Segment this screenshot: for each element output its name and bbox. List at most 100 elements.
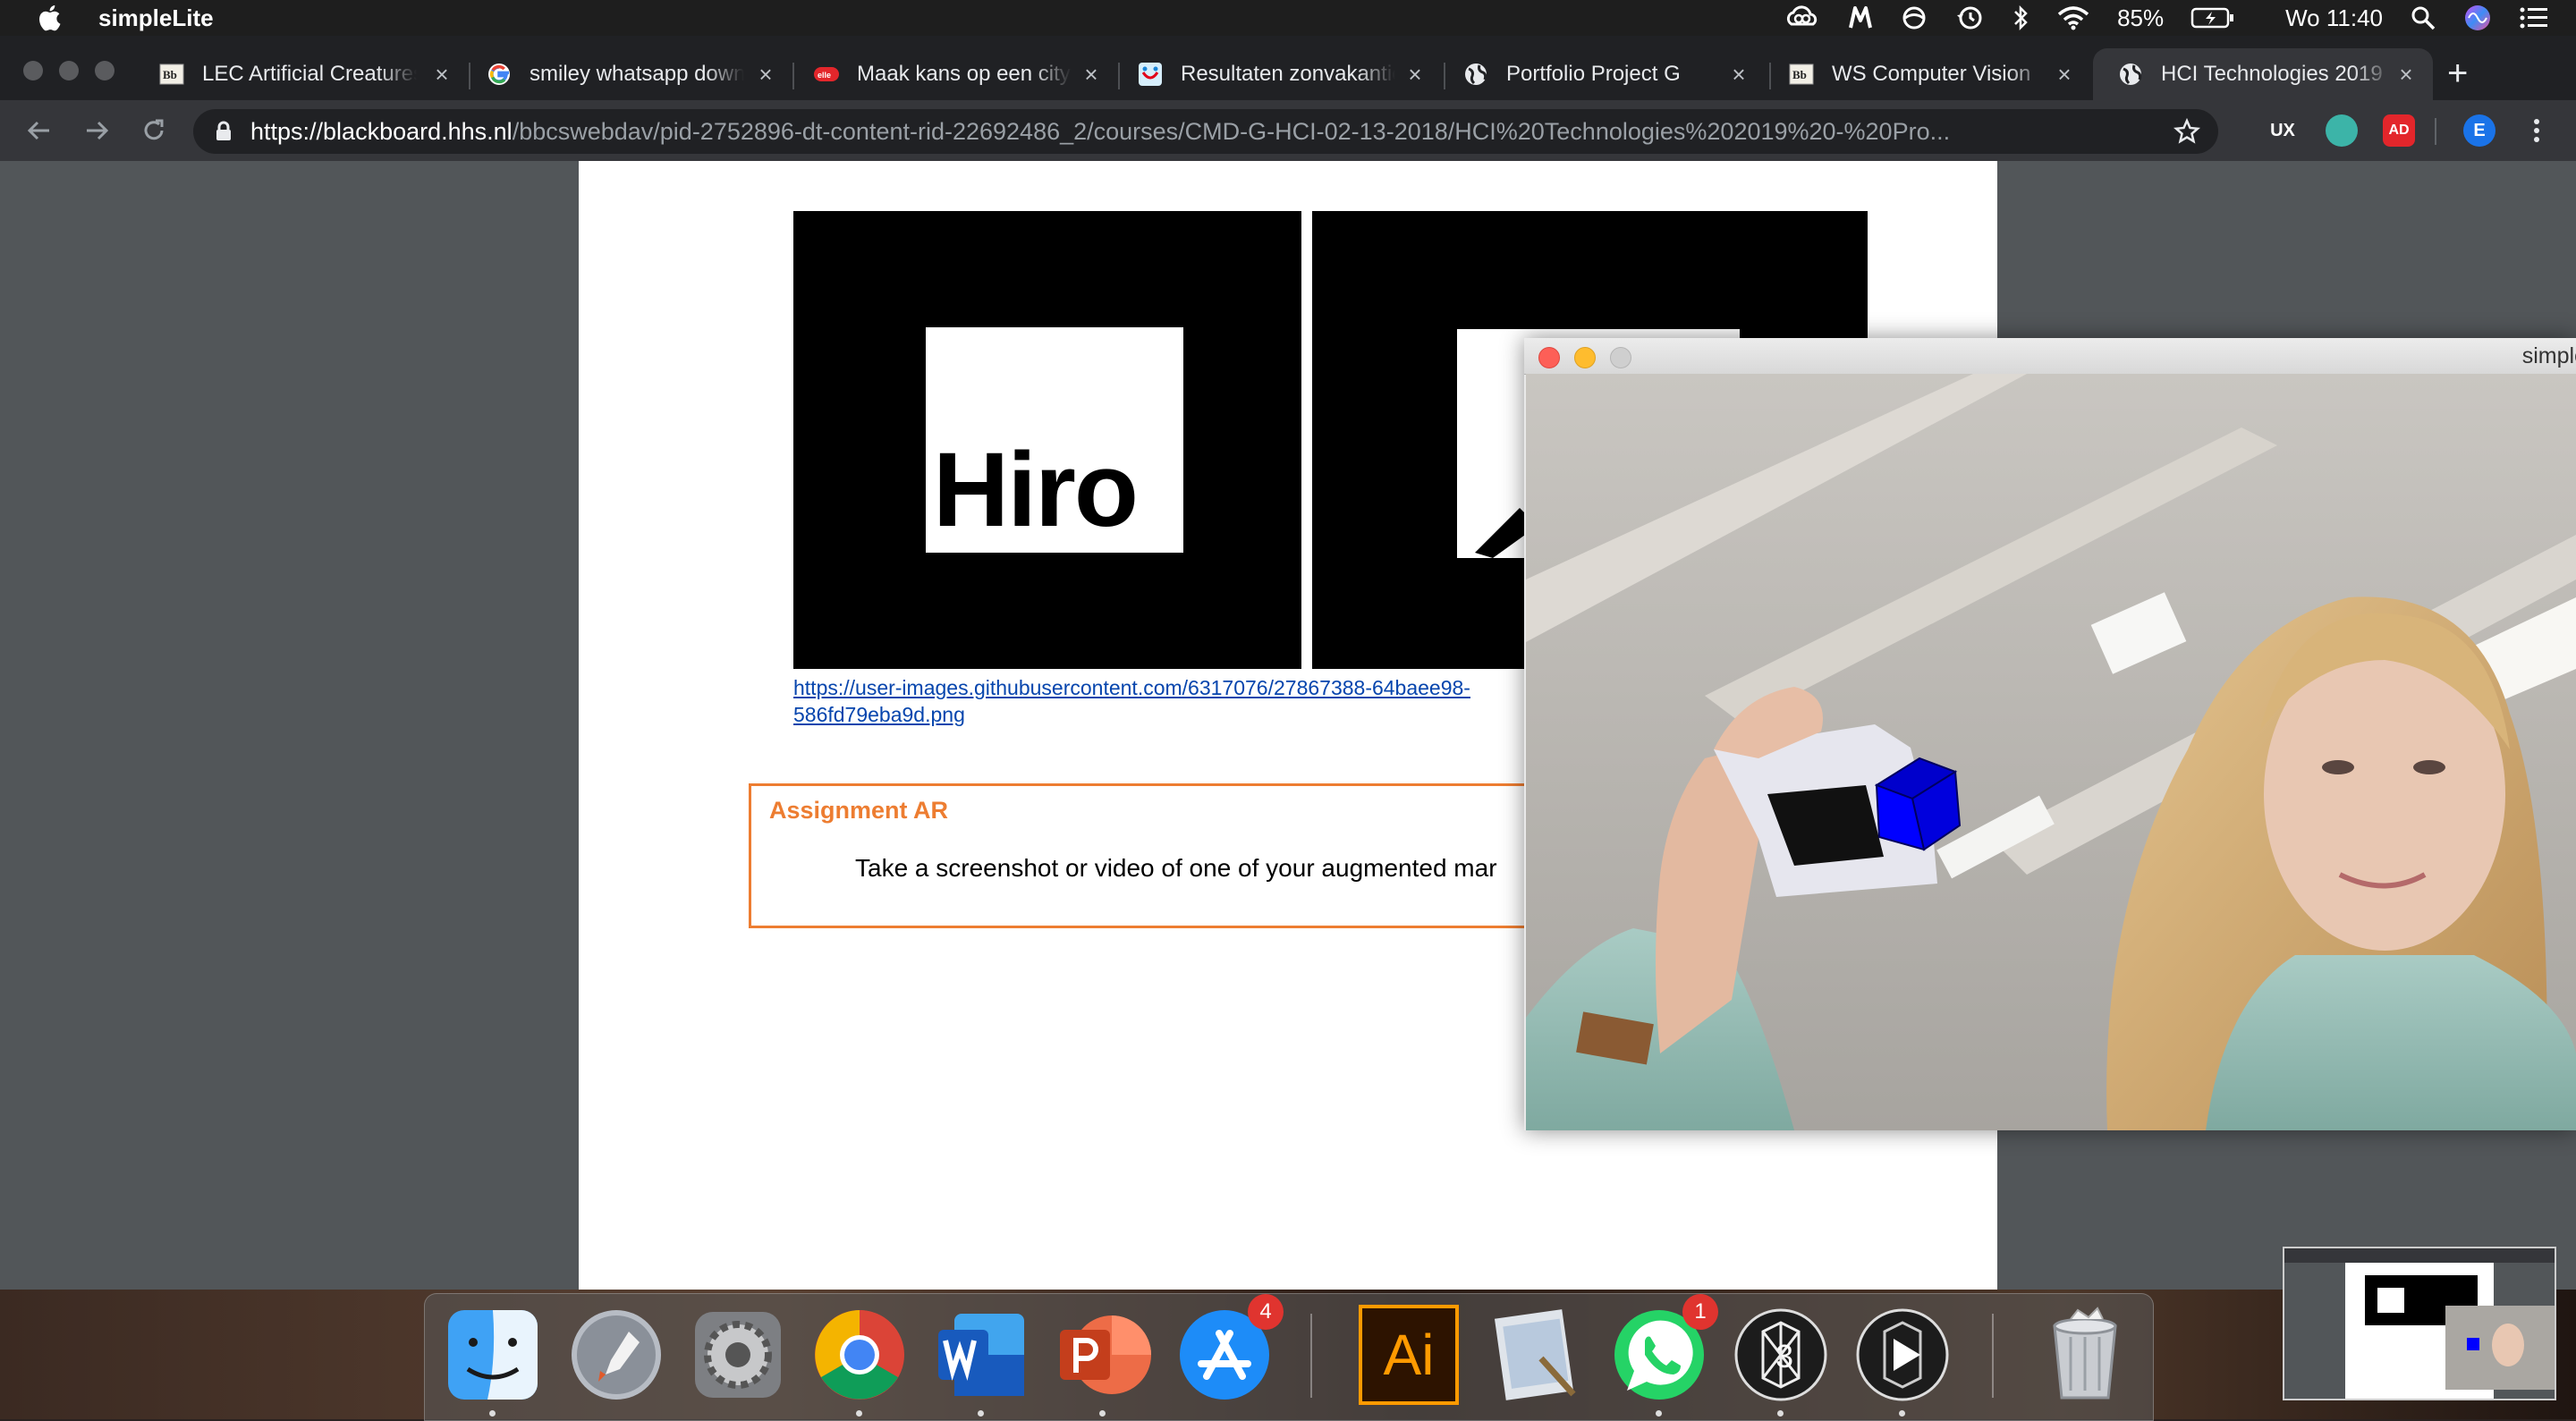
processing-icon[interactable]: 3 <box>1731 1305 1831 1405</box>
back-button[interactable] <box>23 114 55 147</box>
tab-ws-computer-vision[interactable]: Bb WS Computer Vision × <box>1789 48 2075 100</box>
globe-icon <box>1463 62 1488 87</box>
simplelite-window[interactable]: simpleLite <box>1524 338 2576 1130</box>
finder-icon[interactable] <box>443 1305 543 1405</box>
chrome-tab-strip: Bb LEC Artificial Creatures × smiley wha… <box>0 36 2576 100</box>
chrome-toolbar: https://blackboard.hhs.nl/bbcswebdav/pid… <box>0 100 2576 161</box>
bluetooth-icon[interactable] <box>2012 4 2029 31</box>
creative-cloud-icon[interactable] <box>1784 4 1820 31</box>
new-tab-button[interactable]: + <box>2447 55 2468 91</box>
tab-lec-artificial-creatures[interactable]: Bb LEC Artificial Creatures × <box>159 48 453 100</box>
webcam-feed <box>1526 374 2576 1130</box>
bookmark-star-icon[interactable] <box>2174 118 2200 145</box>
quicktime-icon[interactable] <box>1852 1305 1953 1405</box>
ad-extension-icon[interactable]: AD <box>2383 114 2415 147</box>
close-tab-icon[interactable]: × <box>755 61 776 89</box>
app-store-badge: 4 <box>1248 1294 1284 1330</box>
chrome-menu-button[interactable] <box>2521 114 2553 147</box>
tab-smiley-whatsapp[interactable]: smiley whatsapp download × <box>487 48 776 100</box>
thumbnail-preview <box>2284 1248 2555 1399</box>
tab-hci-technologies[interactable]: HCI Technologies 2019 × <box>2093 48 2433 100</box>
forward-button[interactable] <box>80 114 113 147</box>
close-tab-icon[interactable]: × <box>1404 61 1426 89</box>
tab-separator <box>1444 63 1445 89</box>
running-indicator <box>1777 1410 1784 1417</box>
active-app-name[interactable]: simpleLite <box>98 4 214 32</box>
system-preferences-icon[interactable] <box>688 1305 788 1405</box>
teal-extension-icon[interactable] <box>2326 114 2358 147</box>
apple-icon[interactable] <box>36 3 66 33</box>
close-tab-icon[interactable]: × <box>431 61 453 89</box>
battery-percentage: 85% <box>2117 4 2165 31</box>
trash-icon[interactable] <box>2035 1305 2135 1405</box>
marker-image-link[interactable]: https://user-images.githubusercontent.co… <box>793 674 1527 728</box>
clock[interactable]: Wo 11:40 <box>2285 4 2383 32</box>
toolbar-divider <box>2435 118 2436 145</box>
tab-portfolio-project[interactable]: Portfolio Project G × <box>1463 48 1750 100</box>
back-arrow-icon <box>27 121 49 140</box>
hiro-marker-label: Hiro <box>933 431 1139 549</box>
svg-text:elle: elle <box>818 71 831 80</box>
dock: 4 Ai 1 3 <box>424 1293 2154 1421</box>
battery-icon[interactable] <box>2190 6 2235 30</box>
tab-separator <box>792 63 794 89</box>
svg-text:3: 3 <box>1775 1338 1793 1374</box>
svg-text:Bb: Bb <box>163 68 177 81</box>
word-icon[interactable] <box>931 1305 1031 1405</box>
globe-icon <box>2118 62 2143 87</box>
svg-text:Bb: Bb <box>1792 68 1807 81</box>
running-indicator <box>978 1410 984 1417</box>
menu-bar: simpleLite 85% Wo 11:40 <box>0 0 2576 36</box>
reload-button[interactable] <box>138 114 170 147</box>
screenshot-thumbnail[interactable] <box>2283 1247 2556 1400</box>
chrome-icon[interactable] <box>809 1305 910 1405</box>
assignment-title: Assignment AR <box>769 797 949 824</box>
window-close-button[interactable] <box>23 61 43 80</box>
webcam-scene <box>1526 374 2576 1130</box>
simplelite-titlebar[interactable]: simpleLite <box>1524 338 2576 375</box>
wifi-icon[interactable] <box>2056 4 2090 31</box>
tab-separator <box>1769 63 1771 89</box>
url-host: https://blackboard.hhs.nl <box>250 117 513 145</box>
tab-separator <box>1118 63 1120 89</box>
kebab-menu-icon <box>2534 119 2539 142</box>
close-tab-icon[interactable]: × <box>2054 61 2075 89</box>
ux-extension-icon[interactable]: UX <box>2267 114 2299 147</box>
notification-center-icon[interactable] <box>2519 4 2549 31</box>
tab-separator <box>469 63 470 89</box>
assignment-text: Take a screenshot or video of one of you… <box>855 854 1497 882</box>
tab-resultaten-zonvakanties[interactable]: Resultaten zonvakanties × <box>1138 48 1426 100</box>
running-indicator <box>1656 1410 1662 1417</box>
close-tab-icon[interactable]: × <box>1728 61 1750 89</box>
dock-separator <box>1310 1314 1312 1398</box>
red-logo-icon: elle <box>814 62 839 87</box>
close-tab-icon[interactable]: × <box>1080 61 1102 89</box>
m-app-icon[interactable] <box>1847 4 1874 31</box>
running-indicator <box>489 1410 496 1417</box>
status-menus: 85% Wo 11:40 <box>1784 0 2549 36</box>
url-path: /bbcswebdav/pid-2752896-dt-content-rid-2… <box>512 117 1951 145</box>
marker-divider <box>1301 211 1312 669</box>
hiro-marker: Hiro <box>926 327 1183 553</box>
running-indicator <box>856 1410 862 1417</box>
close-tab-icon[interactable]: × <box>2395 61 2417 89</box>
siri-icon[interactable] <box>2463 4 2492 32</box>
simplelite-title: simpleLite <box>2521 343 2576 368</box>
lock-icon[interactable] <box>215 121 233 142</box>
address-bar[interactable]: https://blackboard.hhs.nl/bbcswebdav/pid… <box>193 109 2218 154</box>
window-minimize-button[interactable] <box>59 61 79 80</box>
search-icon[interactable] <box>2410 4 2436 31</box>
launchpad-icon[interactable] <box>566 1305 666 1405</box>
running-indicator <box>1099 1410 1106 1417</box>
circle-app-icon[interactable] <box>1901 4 1928 31</box>
blackboard-icon: Bb <box>159 62 184 87</box>
profile-avatar[interactable]: E <box>2463 114 2496 147</box>
window-zoom-button[interactable] <box>95 61 114 80</box>
tab-maak-kans[interactable]: elle Maak kans op een citytrip × <box>814 48 1102 100</box>
preview-icon[interactable] <box>1487 1305 1588 1405</box>
google-icon <box>487 62 512 87</box>
illustrator-icon[interactable]: Ai <box>1359 1305 1459 1405</box>
blackboard-icon: Bb <box>1789 62 1814 87</box>
time-machine-icon[interactable] <box>1954 4 1985 31</box>
powerpoint-icon[interactable] <box>1053 1305 1153 1405</box>
